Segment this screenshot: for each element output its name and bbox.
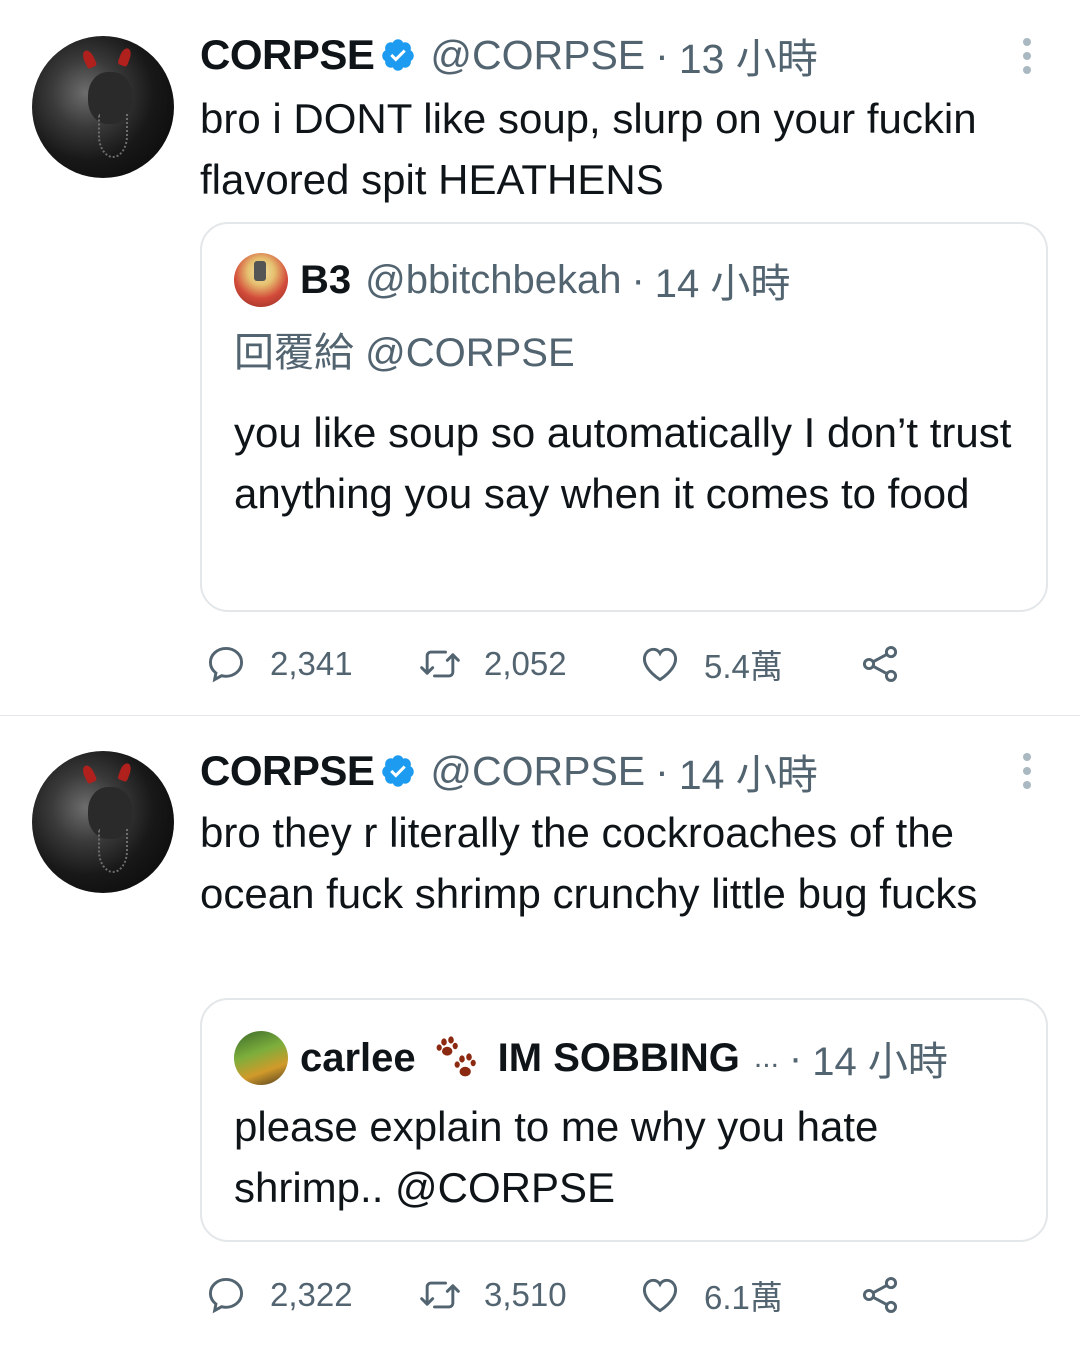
separator-dot: · — [655, 31, 669, 78]
name-truncation-ellipsis: ... — [753, 1041, 779, 1074]
reply-count: 2,341 — [270, 645, 353, 682]
reply-to-label: 回覆給 @CORPSE — [234, 331, 575, 375]
reply-button[interactable]: 2,322 — [204, 1273, 353, 1317]
quoted-tweet-header: B3 @bbitchbekah · 14 小時 — [234, 252, 790, 308]
tweet[interactable]: CORPSE @CORPSE · 14 小時 bro they r litera… — [0, 717, 1080, 1349]
quoted-tweet[interactable]: B3 @bbitchbekah · 14 小時 回覆給 @CORPSE you … — [200, 222, 1048, 612]
quoted-timestamp: 14 小時 — [654, 262, 791, 306]
quoted-author-name: B3 — [300, 257, 352, 302]
author-handle[interactable]: @CORPSE — [430, 32, 645, 79]
quoted-author-handle: @bbitchbekah — [365, 257, 622, 302]
paw-prints-icon — [436, 1036, 476, 1077]
separator-dot: · — [631, 257, 645, 302]
author-handle[interactable]: @CORPSE — [430, 748, 645, 795]
separator-dot: · — [788, 1035, 803, 1080]
reply-count: 2,322 — [270, 1276, 353, 1313]
separator-dot: · — [655, 747, 669, 794]
tweet-text: bro they r literally the cockroaches of … — [200, 809, 978, 917]
quoted-tweet-text: please explain to me why you hate shrimp… — [234, 1103, 879, 1211]
more-options-icon[interactable] — [1020, 751, 1034, 791]
quoted-author-name: carlee — [300, 1035, 416, 1080]
heart-icon — [642, 1278, 678, 1313]
like-button[interactable]: 6.1萬 — [638, 1273, 783, 1317]
tweet-text: bro i DONT like soup, slurp on your fuck… — [200, 95, 977, 203]
quoted-timestamp: 14 小時 — [812, 1040, 948, 1084]
share-icon — [862, 646, 898, 682]
tweet-timestamp[interactable]: 13 小時 — [679, 25, 818, 85]
heart-icon — [642, 647, 678, 682]
retweet-count: 3,510 — [484, 1276, 567, 1313]
retweet-icon — [420, 650, 460, 678]
author-avatar[interactable] — [32, 751, 174, 893]
author-name[interactable]: CORPSE — [200, 31, 375, 79]
retweet-count: 2,052 — [484, 645, 567, 682]
like-button[interactable]: 5.4萬 — [638, 642, 783, 686]
reply-icon — [208, 1277, 244, 1314]
tweet-actions: 2,341 2,052 5.4萬 — [204, 642, 924, 686]
quoted-author-name-suffix: IM SOBBING — [497, 1035, 740, 1080]
quoted-author-avatar — [234, 253, 288, 307]
retweet-icon — [420, 1281, 460, 1309]
tweet-timestamp[interactable]: 14 小時 — [679, 741, 818, 801]
quoted-author-avatar — [234, 1031, 288, 1085]
verified-badge-icon — [382, 39, 415, 71]
like-count: 6.1萬 — [704, 1279, 783, 1316]
quoted-tweet-header: carlee IM SOBBING ... · 14 小時 — [234, 1030, 948, 1086]
retweet-button[interactable]: 2,052 — [418, 642, 567, 686]
retweet-button[interactable]: 3,510 — [418, 1273, 567, 1317]
tweet-header: CORPSE @CORPSE · 14 小時 — [200, 746, 818, 798]
share-button[interactable] — [858, 1273, 902, 1322]
tweet-header: CORPSE @CORPSE · 13 小時 — [200, 30, 818, 82]
author-name[interactable]: CORPSE — [200, 747, 375, 795]
author-avatar[interactable] — [32, 36, 174, 178]
more-options-icon[interactable] — [1020, 36, 1034, 76]
reply-icon — [208, 646, 244, 683]
reply-button[interactable]: 2,341 — [204, 642, 353, 686]
share-icon — [862, 1277, 898, 1313]
verified-badge-icon — [382, 755, 415, 787]
like-count: 5.4萬 — [704, 648, 783, 685]
tweet[interactable]: CORPSE @CORPSE · 13 小時 bro i DONT like s… — [0, 0, 1080, 716]
quoted-tweet[interactable]: carlee IM SOBBING ... · 14 小時 please exp… — [200, 998, 1048, 1242]
tweet-actions: 2,322 3,510 6.1萬 — [204, 1273, 924, 1317]
quoted-tweet-text: you like soup so automatically I don’t t… — [234, 409, 1012, 517]
share-button[interactable] — [858, 642, 902, 691]
